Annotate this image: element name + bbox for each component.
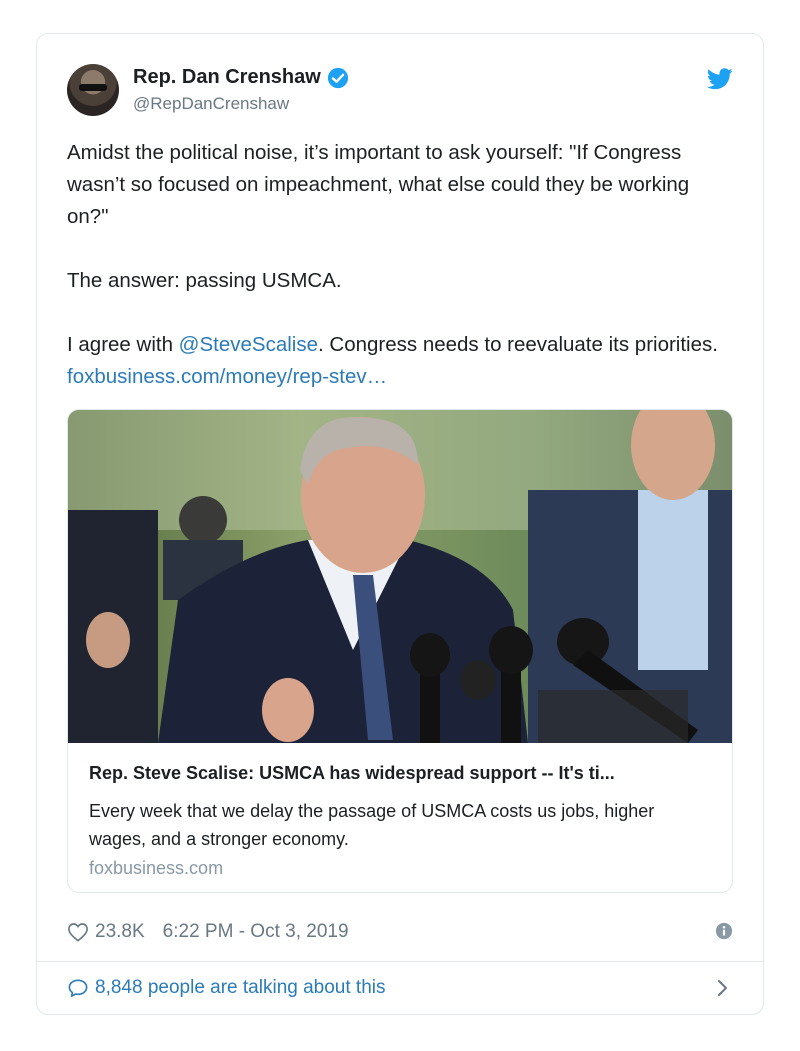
verified-badge-icon [327,67,348,88]
link-card-domain: foxbusiness.com [89,858,224,878]
avatar[interactable] [67,64,119,116]
link-preview-card[interactable]: Rep. Steve Scalise: USMCA has widespread… [67,409,733,893]
conversation-link-label[interactable]: 8,848 people are talking about this [95,977,386,999]
tweet-paragraph-1: Amidst the political noise, it’s importa… [67,141,690,228]
tweet-meta-row: 23.8K 6:22 PM - Oct 3, 2019 [67,918,733,946]
author-handle[interactable]: @RepDanCrenshaw [133,94,289,114]
mention-link[interactable]: @SteveScalise [179,333,318,356]
conversation-link[interactable]: 8,848 people are talking about this [67,972,733,1004]
twitter-bird-icon[interactable] [707,68,733,90]
link-card-title[interactable]: Rep. Steve Scalise: USMCA has widespread… [89,763,719,784]
heart-icon[interactable] [67,922,89,942]
tweet-paragraph-3: I agree with @SteveScalise. Congress nee… [67,329,727,393]
avatar-sunglasses [79,84,107,91]
divider [37,961,763,962]
article-url-link[interactable]: foxbusiness.com/money/rep-stev… [67,365,387,388]
tweet-timestamp[interactable]: 6:22 PM - Oct 3, 2019 [163,921,349,943]
chevron-right-icon[interactable] [717,979,729,997]
tweet-paragraph-3-middle: . Congress needs to reevaluate its prior… [318,333,718,356]
info-icon[interactable] [715,922,733,940]
article-photo[interactable] [68,410,733,743]
link-card-description: Every week that we delay the passage of … [89,801,655,849]
speech-bubble-icon [68,979,88,997]
tweet-card: Rep. Dan Crenshaw @RepDanCrenshaw Amidst… [36,33,764,1015]
tweet-paragraph-3-prefix: I agree with [67,333,179,356]
like-count[interactable]: 23.8K [95,921,145,943]
author-name[interactable]: Rep. Dan Crenshaw [133,66,321,89]
tweet-text: Amidst the political noise, it’s importa… [67,137,727,393]
tweet-paragraph-2: The answer: passing USMCA. [67,269,342,292]
author-name-row: Rep. Dan Crenshaw [133,66,349,89]
